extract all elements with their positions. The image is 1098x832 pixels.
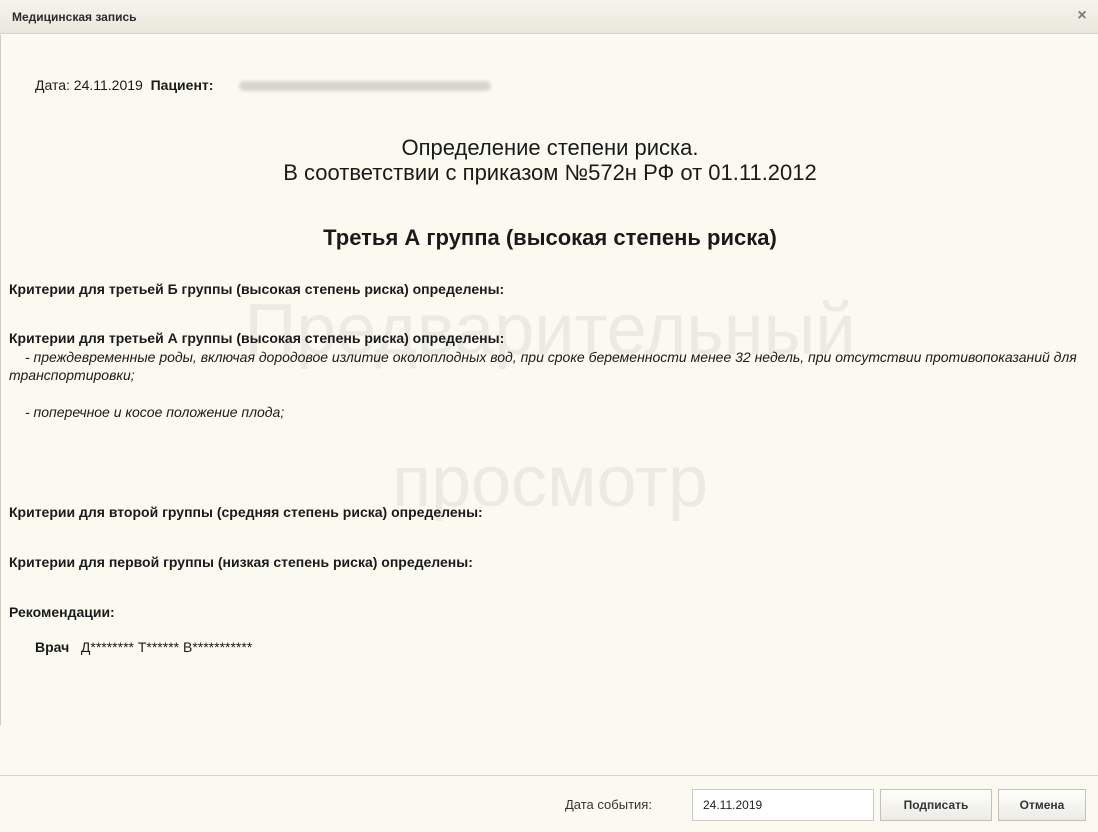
criteria-3a-item: - преждевременные роды, включая дородово… — [9, 349, 1077, 383]
criteria-3a-item: - поперечное и косое положение плода; — [25, 404, 285, 420]
report-heading: Определение степени риска. В соответстви… — [1, 135, 1098, 185]
risk-group-title: Третья А группа (высокая степень риска) — [323, 225, 777, 250]
close-icon[interactable]: × — [1072, 6, 1092, 26]
window-title: Медицинская запись — [12, 10, 137, 24]
patient-name-redacted — [239, 81, 492, 92]
sign-button[interactable]: Подписать — [880, 789, 992, 821]
criteria-3a-heading: Критерии для третьей А группы (высокая с… — [9, 330, 505, 346]
patient-label: Пациент: — [150, 77, 214, 93]
record-content: Предварительный просмотр Дата: 24.11.201… — [0, 35, 1098, 725]
dialog-footer: Дата события: Подписать Отмена — [0, 775, 1098, 832]
recommendations-heading: Рекомендации: — [9, 604, 115, 620]
window-titlebar: Медицинская запись × — [0, 0, 1098, 34]
event-date-input[interactable] — [692, 789, 874, 821]
criteria-3b-heading: Критерии для третьей Б группы (высокая с… — [9, 281, 505, 297]
record-header: Дата: 24.11.2019 Пациент: — [35, 77, 492, 93]
cancel-button[interactable]: Отмена — [998, 789, 1086, 821]
criteria-2-heading: Критерии для второй группы (средняя степ… — [9, 504, 483, 520]
heading-line2: В соответствии с приказом №572н РФ от 01… — [283, 160, 817, 185]
event-date-label: Дата события: — [565, 797, 652, 812]
date-value: 24.11.2019 — [73, 77, 143, 93]
doctor-line: Врач Д******** Т****** В*********** — [35, 639, 252, 655]
heading-line1: Определение степени риска. — [401, 135, 699, 160]
doctor-name: Д******** Т****** В*********** — [80, 639, 253, 655]
doctor-label: Врач — [35, 639, 70, 655]
criteria-1-heading: Критерии для первой группы (низкая степе… — [9, 554, 473, 570]
date-label: Дата: — [35, 77, 70, 93]
